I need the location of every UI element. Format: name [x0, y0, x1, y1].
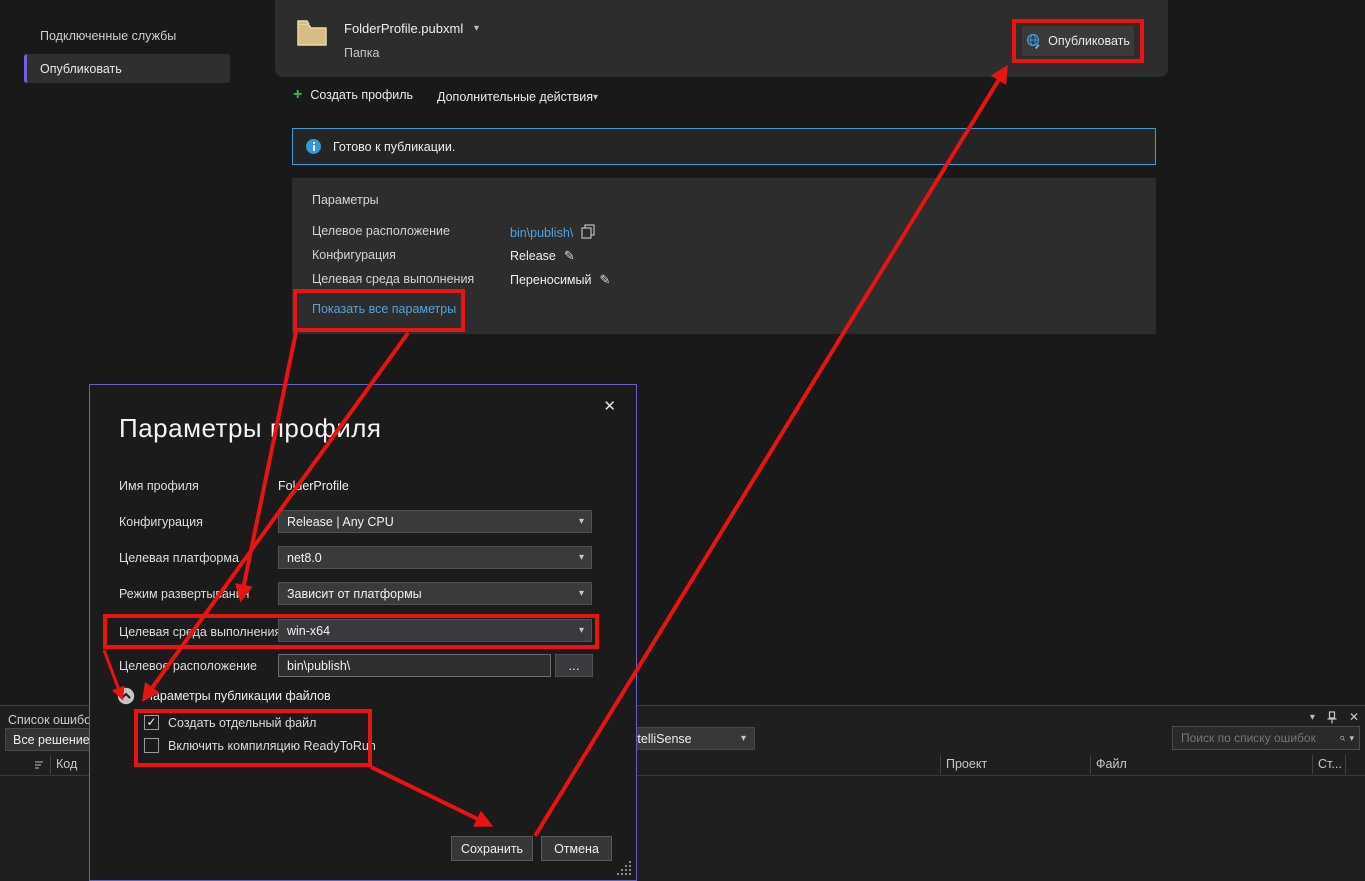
resize-grip[interactable] — [617, 860, 633, 876]
search-options-caret-icon[interactable]: ▾ — [1349, 733, 1354, 744]
scope-filter-dropdown[interactable]: Все решение — [5, 728, 102, 751]
deploy-mode-dropdown[interactable]: Зависит от платформы ▾ — [278, 582, 592, 605]
publish-button-label: Опубликовать — [1048, 34, 1130, 48]
single-file-checkbox-label: Создать отдельный файл — [168, 716, 316, 730]
single-file-checkbox-row[interactable]: ✓ Создать отдельный файл — [144, 715, 316, 730]
column-line[interactable]: Ст... — [1318, 757, 1342, 771]
error-search-box[interactable]: ▾ — [1172, 726, 1360, 750]
dialog-target-location-label: Целевое расположение — [119, 659, 257, 673]
more-actions-caret-icon: ▾ — [593, 92, 598, 103]
pin-icon[interactable] — [1327, 711, 1337, 724]
target-runtime-caret-icon: ▾ — [579, 625, 584, 636]
dialog-runtime-label: Целевая среда выполнения — [119, 625, 281, 639]
configuration-dropdown-value: Release | Any CPU — [287, 515, 394, 529]
error-list-title: Список ошибок — [8, 713, 97, 727]
single-file-checkbox[interactable]: ✓ — [144, 715, 159, 730]
sidebar-item-publish[interactable]: Опубликовать — [24, 54, 230, 83]
target-location-input[interactable] — [278, 654, 551, 677]
column-project[interactable]: Проект — [946, 757, 987, 771]
readytorun-checkbox[interactable] — [144, 738, 159, 753]
create-profile-button[interactable]: + Создать профиль — [293, 88, 413, 102]
folder-icon — [296, 17, 328, 47]
configuration-caret-icon: ▾ — [579, 516, 584, 527]
info-icon — [306, 139, 321, 154]
target-runtime-dropdown[interactable]: win-x64 ▾ — [278, 619, 592, 642]
target-framework-label: Целевая платформа — [119, 551, 239, 565]
status-message: Готово к публикации. — [333, 140, 455, 154]
search-icon[interactable] — [1340, 732, 1345, 745]
runtime-label: Целевая среда выполнения — [312, 272, 474, 286]
profile-name-label: Имя профиля — [119, 479, 199, 493]
target-framework-caret-icon: ▾ — [579, 552, 584, 563]
file-publish-options-expander[interactable]: Параметры публикации файлов — [117, 687, 331, 705]
profile-name-value: FolderProfile — [278, 479, 349, 493]
browse-button[interactable]: ... — [555, 654, 593, 677]
column-code[interactable]: Код — [56, 757, 77, 771]
connected-services-label[interactable]: Подключенные службы — [40, 29, 176, 43]
deploy-mode-caret-icon: ▾ — [579, 588, 584, 599]
scope-filter-label: Все решение — [13, 733, 90, 747]
runtime-value: Переносимый — [510, 273, 592, 287]
profile-dropdown-caret-icon[interactable]: ▾ — [474, 23, 479, 34]
profile-type-label: Папка — [344, 46, 379, 60]
configuration-dropdown[interactable]: Release | Any CPU ▾ — [278, 510, 592, 533]
more-actions-menu[interactable]: Дополнительные действия — [437, 90, 593, 104]
panel-close-icon[interactable]: ✕ — [1349, 710, 1359, 724]
chevron-up-circle-icon — [117, 687, 135, 705]
selection-accent-bar — [24, 54, 27, 83]
error-search-input[interactable] — [1173, 731, 1340, 745]
readytorun-checkbox-label: Включить компиляцию ReadyToRun — [168, 739, 376, 753]
target-location-link[interactable]: bin\publish\ — [510, 226, 573, 240]
create-profile-label: Создать профиль — [310, 88, 413, 102]
intellisense-caret-icon: ▾ — [741, 733, 746, 744]
parameters-card-title: Параметры — [312, 193, 379, 207]
target-location-label: Целевое расположение — [312, 224, 450, 238]
edit-configuration-pencil-icon[interactable]: ✎ — [564, 248, 575, 263]
sort-icon — [35, 760, 45, 770]
panel-menu-caret-icon[interactable]: ▾ — [1310, 712, 1315, 723]
deploy-mode-dropdown-value: Зависит от платформы — [287, 587, 422, 601]
profile-file-name: FolderProfile.pubxml — [344, 21, 463, 36]
readytorun-checkbox-row[interactable]: Включить компиляцию ReadyToRun — [144, 738, 376, 753]
deploy-mode-label: Режим развертывания — [119, 587, 249, 601]
target-framework-dropdown[interactable]: net8.0 ▾ — [278, 546, 592, 569]
cancel-button[interactable]: Отмена — [541, 836, 612, 861]
profile-settings-dialog: ✕ Параметры профиля Имя профиля FolderPr… — [89, 384, 637, 881]
dialog-title: Параметры профиля — [119, 413, 381, 444]
target-runtime-dropdown-value: win-x64 — [287, 624, 330, 638]
copy-icon[interactable] — [581, 224, 595, 242]
edit-runtime-pencil-icon[interactable]: ✎ — [600, 272, 611, 287]
save-button[interactable]: Сохранить — [451, 836, 533, 861]
dialog-configuration-label: Конфигурация — [119, 515, 203, 529]
publish-globe-icon — [1026, 33, 1042, 49]
file-publish-options-label: Параметры публикации файлов — [144, 689, 331, 703]
configuration-label: Конфигурация — [312, 248, 396, 262]
sidebar-item-label: Опубликовать — [40, 62, 122, 76]
show-all-parameters-link[interactable]: Показать все параметры — [312, 302, 456, 316]
plus-icon: + — [293, 88, 302, 102]
column-file[interactable]: Файл — [1096, 757, 1127, 771]
publish-button[interactable]: Опубликовать — [1022, 26, 1134, 56]
configuration-value: Release — [510, 249, 556, 263]
ready-to-publish-banner: Готово к публикации. — [292, 128, 1156, 165]
dialog-close-icon[interactable]: ✕ — [603, 397, 616, 415]
target-framework-dropdown-value: net8.0 — [287, 551, 322, 565]
